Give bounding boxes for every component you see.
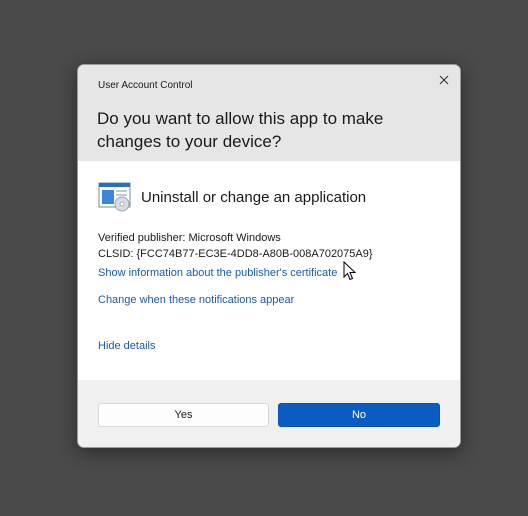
verified-publisher: Verified publisher: Microsoft Windows (98, 232, 281, 244)
publisher-certificate-link[interactable]: Show information about the publisher's c… (98, 267, 337, 279)
app-name: Uninstall or change an application (141, 188, 367, 206)
close-button[interactable] (432, 69, 456, 91)
notification-settings-link[interactable]: Change when these notifications appear (98, 294, 294, 306)
close-icon (439, 75, 449, 85)
details-block: Verified publisher: Microsoft Windows CL… (98, 230, 373, 262)
hide-details-link[interactable]: Hide details (98, 340, 155, 352)
dialog-question: Do you want to allow this app to make ch… (97, 109, 384, 151)
mouse-cursor-icon (343, 261, 357, 281)
dialog-header: User Account Control Do you want to allo… (78, 65, 460, 161)
dialog-header-title: User Account Control (98, 80, 193, 91)
programs-icon (98, 182, 132, 212)
clsid: CLSID: {FCC74B77-EC3E-4DD8-A80B-008A7020… (98, 248, 373, 260)
app-row: Uninstall or change an application (98, 182, 366, 212)
yes-button[interactable]: Yes (98, 403, 269, 427)
dialog-footer: Yes No (78, 380, 460, 447)
uac-dialog: User Account Control Do you want to allo… (77, 64, 461, 448)
no-button[interactable]: No (278, 403, 440, 427)
